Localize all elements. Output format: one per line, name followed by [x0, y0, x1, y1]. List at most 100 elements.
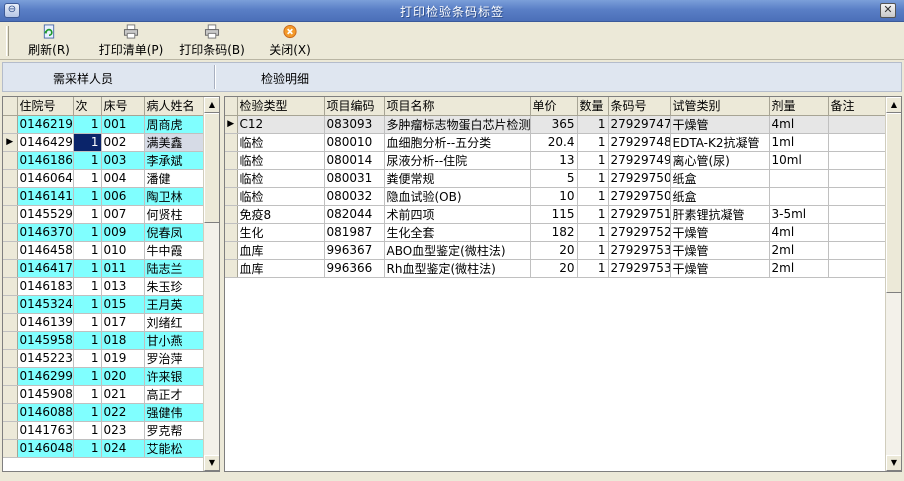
cell-qty[interactable]: 1 [577, 241, 609, 260]
table-row[interactable]: 0146183 1 013 朱玉珍 [3, 277, 204, 296]
cell-bed[interactable]: 009 [101, 223, 145, 242]
cell-barcode[interactable]: 27929748 [608, 133, 671, 152]
cell-barcode[interactable]: 27929750 [608, 169, 671, 188]
print-barcode-button[interactable]: 打印条码(B) [174, 24, 250, 58]
cell-price[interactable]: 13 [530, 151, 578, 170]
cell-type[interactable]: 临检 [237, 151, 325, 170]
table-row[interactable]: 0146186 1 003 李承斌 [3, 151, 204, 170]
cell-type[interactable]: 临检 [237, 187, 325, 206]
cell-bed[interactable]: 003 [101, 151, 145, 170]
cell-bed[interactable]: 023 [101, 421, 145, 440]
cell-dose[interactable]: 1ml [769, 133, 829, 152]
cell-name[interactable]: 何贤柱 [144, 205, 204, 224]
cell-name[interactable]: 血细胞分析--五分类 [384, 133, 531, 152]
cell-times[interactable]: 1 [73, 169, 102, 188]
cell-name[interactable]: 牛中霞 [144, 241, 204, 260]
cell-id[interactable]: 0146088 [17, 403, 74, 422]
cell-times[interactable]: 1 [73, 385, 102, 404]
table-row[interactable]: 0145958 1 018 甘小燕 [3, 331, 204, 350]
cell-barcode[interactable]: 27929752 [608, 223, 671, 242]
table-row[interactable]: 0146064 1 004 潘健 [3, 169, 204, 188]
cell-qty[interactable]: 1 [577, 259, 609, 278]
cell-barcode[interactable]: 27929751 [608, 205, 671, 224]
cell-tube[interactable]: 纸盒 [670, 169, 770, 188]
cell-barcode[interactable]: 27929749 [608, 151, 671, 170]
cell-dose[interactable]: 10ml [769, 151, 829, 170]
cell-bed[interactable]: 006 [101, 187, 145, 206]
cell-id[interactable]: 0141763 [17, 421, 74, 440]
cell-code[interactable]: 996367 [324, 241, 385, 260]
cell-name[interactable]: 陶卫林 [144, 187, 204, 206]
cell-bed[interactable]: 007 [101, 205, 145, 224]
cell-id[interactable]: 0146139 [17, 313, 74, 332]
cell-times[interactable]: 1 [73, 439, 102, 458]
cell-times[interactable]: 1 [73, 313, 102, 332]
cell-name[interactable]: 隐血试验(OB) [384, 187, 531, 206]
cell-times[interactable]: 1 [73, 115, 102, 134]
scroll-thumb[interactable] [204, 113, 219, 223]
detail-grid[interactable]: 检验类型 项目编码 项目名称 单价 数量 条码号 试管类别 剂量 备注 ▶ C12… [224, 96, 902, 472]
table-row[interactable]: 0145908 1 021 高正才 [3, 385, 204, 404]
cell-price[interactable]: 10 [530, 187, 578, 206]
cell-code[interactable]: 082044 [324, 205, 385, 224]
cell-times[interactable]: 1 [73, 403, 102, 422]
cell-name[interactable]: 高正才 [144, 385, 204, 404]
cell-bed[interactable]: 002 [101, 133, 145, 152]
table-row[interactable]: 免疫8 082044 术前四项 115 1 27929751 肝素锂抗凝管 3-5ml [225, 205, 886, 224]
cell-code[interactable]: 081987 [324, 223, 385, 242]
table-row[interactable]: 0145223 1 019 罗治萍 [3, 349, 204, 368]
cell-price[interactable]: 20.4 [530, 133, 578, 152]
cell-note[interactable] [828, 169, 886, 188]
cell-id[interactable]: 0146370 [17, 223, 74, 242]
cell-note[interactable] [828, 151, 886, 170]
cell-qty[interactable]: 1 [577, 187, 609, 206]
column-header[interactable]: 条码号 [608, 97, 671, 116]
table-row[interactable]: 0145529 1 007 何贤柱 [3, 205, 204, 224]
cell-bed[interactable]: 021 [101, 385, 145, 404]
table-row[interactable]: 0146458 1 010 牛中霞 [3, 241, 204, 260]
patient-scrollbar[interactable]: ▲ ▼ [203, 97, 219, 471]
cell-times[interactable]: 1 [73, 277, 102, 296]
table-row[interactable]: 0146141 1 006 陶卫林 [3, 187, 204, 206]
cell-bed[interactable]: 022 [101, 403, 145, 422]
cell-price[interactable]: 20 [530, 259, 578, 278]
cell-qty[interactable]: 1 [577, 133, 609, 152]
cell-code[interactable]: 996366 [324, 259, 385, 278]
cell-id[interactable]: 0145324 [17, 295, 74, 314]
cell-qty[interactable]: 1 [577, 223, 609, 242]
cell-name[interactable]: 朱玉珍 [144, 277, 204, 296]
column-header[interactable]: 床号 [101, 97, 145, 116]
cell-name[interactable]: 术前四项 [384, 205, 531, 224]
cell-id[interactable]: 0146417 [17, 259, 74, 278]
cell-name[interactable]: 多肿瘤标志物蛋白芯片检测 [384, 115, 531, 134]
cell-name[interactable]: 甘小燕 [144, 331, 204, 350]
cell-bed[interactable]: 019 [101, 349, 145, 368]
cell-id[interactable]: 0146186 [17, 151, 74, 170]
cell-id[interactable]: 0146429 [17, 133, 74, 152]
cell-times[interactable]: 1 [73, 421, 102, 440]
refresh-button[interactable]: 刷新(R) [24, 24, 74, 58]
cell-bed[interactable]: 015 [101, 295, 145, 314]
cell-bed[interactable]: 001 [101, 115, 145, 134]
cell-type[interactable]: 血库 [237, 259, 325, 278]
scroll-down-icon[interactable]: ▼ [886, 455, 901, 471]
cell-times[interactable]: 1 [73, 349, 102, 368]
cell-barcode[interactable]: 27929753 [608, 241, 671, 260]
cell-code[interactable]: 083093 [324, 115, 385, 134]
column-header[interactable]: 项目名称 [384, 97, 531, 116]
cell-code[interactable]: 080014 [324, 151, 385, 170]
cell-name[interactable]: 粪便常规 [384, 169, 531, 188]
column-header[interactable]: 病人姓名 [144, 97, 204, 116]
table-row[interactable]: 0141763 1 023 罗克帮 [3, 421, 204, 440]
scroll-thumb[interactable] [886, 113, 901, 293]
table-row[interactable]: 0145324 1 015 王月英 [3, 295, 204, 314]
column-header[interactable]: 检验类型 [237, 97, 325, 116]
cell-times[interactable]: 1 [73, 241, 102, 260]
cell-note[interactable] [828, 205, 886, 224]
cell-name[interactable]: 罗克帮 [144, 421, 204, 440]
cell-barcode[interactable]: 27929750 [608, 187, 671, 206]
scroll-up-icon[interactable]: ▲ [886, 97, 901, 113]
cell-tube[interactable]: 离心管(尿) [670, 151, 770, 170]
cell-qty[interactable]: 1 [577, 151, 609, 170]
cell-qty[interactable]: 1 [577, 205, 609, 224]
